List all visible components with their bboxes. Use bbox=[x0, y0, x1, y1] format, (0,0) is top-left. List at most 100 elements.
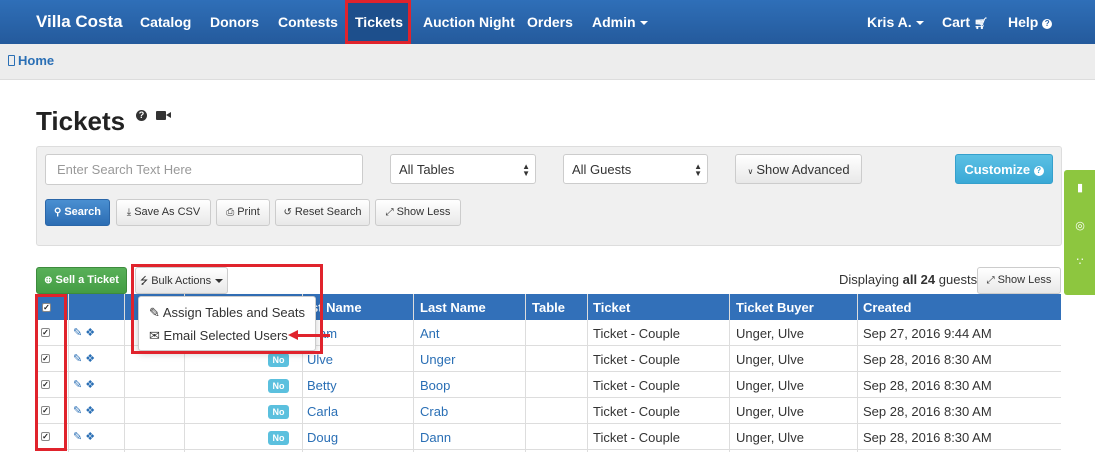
edit-icon[interactable]: ✎ bbox=[73, 379, 82, 391]
breadcrumb-home-label: Home bbox=[18, 53, 55, 68]
guests-select-value: All Guests bbox=[572, 162, 632, 177]
edit-icon[interactable]: ✎ bbox=[73, 405, 82, 417]
cell-last-name[interactable]: Unger bbox=[420, 352, 455, 367]
search-button-label: Search bbox=[64, 206, 102, 218]
show-advanced-button[interactable]: ∨ Show Advanced bbox=[735, 154, 862, 184]
row-action-icons: ✎ ❖ bbox=[73, 352, 95, 365]
breadcrumb-home[interactable]: Home bbox=[8, 53, 54, 68]
reset-icon: ↺ bbox=[283, 207, 292, 218]
nav-user-menu[interactable]: Kris A. bbox=[867, 14, 924, 30]
nav-catalog[interactable]: Catalog bbox=[140, 14, 191, 30]
cell-first-name[interactable]: Ulve bbox=[307, 352, 333, 367]
nav-help[interactable]: Help ? bbox=[1008, 14, 1053, 30]
print-icon: ⎙ bbox=[226, 207, 235, 218]
nav-cart[interactable]: Cart 🛒︎ bbox=[942, 14, 988, 30]
reset-search-button[interactable]: ↺ Reset Search bbox=[275, 199, 370, 226]
table-row[interactable]: ✓ ✎ ❖ No Doug Dann Ticket - Couple Unger… bbox=[36, 424, 1061, 450]
cell-created: Sep 28, 2016 8:30 AM bbox=[863, 352, 992, 367]
cart-icon: 🛒︎ bbox=[973, 18, 988, 30]
cell-ticket-buyer: Unger, Ulve bbox=[736, 430, 804, 445]
nav-auction-night[interactable]: Auction Night bbox=[423, 14, 515, 30]
print-button[interactable]: ⎙ Print bbox=[216, 199, 270, 226]
chevron-down-icon bbox=[639, 21, 648, 26]
header-ticket[interactable]: Ticket bbox=[593, 300, 630, 315]
table-row[interactable]: ✓ ✎ ❖ No Betty Boop Ticket - Couple Unge… bbox=[36, 372, 1061, 398]
display-count: Displaying all 24 guests bbox=[839, 272, 977, 287]
lifebuoy-icon[interactable]: ◎ bbox=[1074, 220, 1086, 232]
customize-button[interactable]: Customize ? bbox=[955, 154, 1053, 184]
question-circle-icon[interactable]: ? bbox=[136, 110, 147, 121]
cell-first-name[interactable]: Betty bbox=[307, 378, 337, 393]
save-csv-button[interactable]: ⤓ Save As CSV bbox=[116, 199, 211, 226]
cell-ticket: Ticket - Couple bbox=[593, 404, 680, 419]
table-row[interactable]: ✓ ✎ ❖ No Carla Crab Ticket - Couple Unge… bbox=[36, 398, 1061, 424]
show-less-button[interactable]: ⤢ Show Less bbox=[375, 199, 461, 226]
nav-tickets[interactable]: Tickets bbox=[355, 14, 403, 30]
nav-orders[interactable]: Orders bbox=[527, 14, 573, 30]
header-table[interactable]: Table bbox=[532, 300, 565, 315]
cell-last-name[interactable]: Ant bbox=[420, 326, 440, 341]
row-action-icons: ✎ ❖ bbox=[73, 326, 95, 339]
nav-donors[interactable]: Donors bbox=[210, 14, 259, 30]
show-less-label: Show Less bbox=[396, 206, 451, 218]
arrow-annotation bbox=[296, 334, 330, 337]
show-advanced-label: Show Advanced bbox=[756, 162, 850, 177]
column-divider bbox=[124, 294, 125, 452]
arrow-head-annotation bbox=[288, 330, 298, 340]
print-label: Print bbox=[237, 206, 260, 218]
column-divider bbox=[68, 294, 69, 452]
tables-select-value: All Tables bbox=[399, 162, 455, 177]
rss-icon[interactable]: ∵ bbox=[1074, 256, 1086, 268]
nav-admin[interactable]: Admin bbox=[592, 14, 648, 30]
breadcrumb: Home bbox=[0, 44, 1095, 80]
cell-last-name[interactable]: Crab bbox=[420, 404, 448, 419]
book-icon[interactable]: ▮ bbox=[1074, 182, 1086, 194]
cell-first-name[interactable]: Doug bbox=[307, 430, 338, 445]
video-camera-icon[interactable] bbox=[156, 111, 171, 120]
search-button[interactable]: ⚲ Search bbox=[45, 199, 110, 226]
nav-contests[interactable]: Contests bbox=[278, 14, 338, 30]
header-created[interactable]: Created bbox=[863, 300, 911, 315]
select-arrows-icon: ▲ ▼ bbox=[694, 162, 702, 178]
ticket-icon[interactable]: ❖ bbox=[85, 327, 95, 339]
select-arrows-icon: ▲ ▼ bbox=[522, 162, 530, 178]
plus-circle-icon: ⊕ bbox=[44, 275, 53, 286]
ticket-icon[interactable]: ❖ bbox=[85, 431, 95, 443]
header-ticket-buyer[interactable]: Ticket Buyer bbox=[736, 300, 814, 315]
cell-ticket: Ticket - Couple bbox=[593, 326, 680, 341]
side-widget: ▮ ◎ ∵ bbox=[1064, 170, 1095, 295]
header-last-name[interactable]: Last Name bbox=[420, 300, 486, 315]
cell-last-name[interactable]: Dann bbox=[420, 430, 451, 445]
question-circle-icon: ? bbox=[1042, 19, 1053, 29]
table-show-less-button[interactable]: ⤢ Show Less bbox=[977, 267, 1061, 294]
nav-cart-label: Cart bbox=[942, 14, 971, 30]
compress-icon: ⤢ bbox=[986, 275, 995, 286]
edit-icon[interactable]: ✎ bbox=[73, 327, 82, 339]
brand-logo[interactable]: Villa Costa bbox=[36, 12, 123, 32]
column-divider bbox=[857, 294, 858, 452]
cell-ticket-buyer: Unger, Ulve bbox=[736, 404, 804, 419]
compress-icon: ⤢ bbox=[385, 207, 394, 218]
mobile-icon bbox=[8, 55, 15, 66]
edit-icon[interactable]: ✎ bbox=[73, 353, 82, 365]
page-title: Tickets bbox=[36, 106, 126, 136]
customize-label: Customize bbox=[964, 162, 1031, 177]
status-badge: No bbox=[268, 353, 289, 367]
cell-first-name[interactable]: Carla bbox=[307, 404, 338, 419]
tables-select[interactable]: All Tables ▲ ▼ bbox=[390, 154, 536, 184]
search-input[interactable] bbox=[45, 154, 363, 185]
chevron-down-icon bbox=[915, 21, 924, 26]
column-divider bbox=[525, 294, 526, 452]
cell-last-name[interactable]: Boop bbox=[420, 378, 450, 393]
guests-select[interactable]: All Guests ▲ ▼ bbox=[563, 154, 708, 184]
ticket-icon[interactable]: ❖ bbox=[85, 405, 95, 417]
ticket-icon[interactable]: ❖ bbox=[85, 379, 95, 391]
cell-created: Sep 27, 2016 9:44 AM bbox=[863, 326, 992, 341]
status-badge: No bbox=[268, 379, 289, 393]
row-action-icons: ✎ ❖ bbox=[73, 404, 95, 417]
edit-icon[interactable]: ✎ bbox=[73, 431, 82, 443]
sell-ticket-button[interactable]: ⊕ Sell a Ticket bbox=[36, 267, 127, 294]
question-circle-icon: ? bbox=[1033, 166, 1044, 176]
column-divider bbox=[587, 294, 588, 452]
ticket-icon[interactable]: ❖ bbox=[85, 353, 95, 365]
